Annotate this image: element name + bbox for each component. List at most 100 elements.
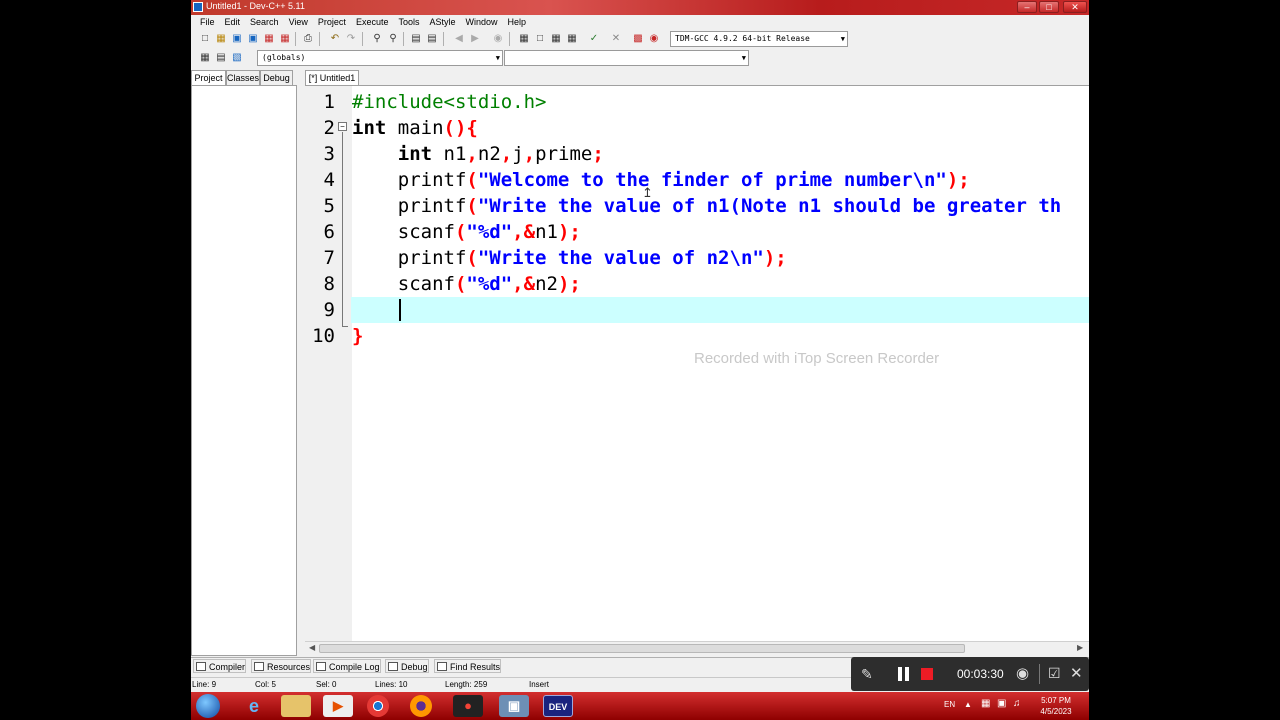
indent-icon[interactable]: ▤ xyxy=(409,32,423,46)
forward-icon[interactable]: ▶ xyxy=(468,32,482,46)
compile-run-icon[interactable]: ▦ xyxy=(549,32,563,46)
tray-arrow-icon[interactable]: ▲ xyxy=(964,700,972,709)
code-token: ); xyxy=(557,221,581,243)
stop-record-icon[interactable] xyxy=(921,668,933,680)
status-mode: Insert xyxy=(529,680,550,689)
function-select[interactable]: ▼ xyxy=(504,50,749,66)
line-number: 6 xyxy=(323,221,335,243)
redo-icon[interactable]: ↷ xyxy=(344,32,358,46)
toggle-bookmark-icon[interactable]: ▤ xyxy=(214,51,228,65)
menu-file[interactable]: File xyxy=(195,15,220,30)
line-number: 2 xyxy=(323,117,335,139)
debug-icon xyxy=(388,662,398,671)
open-folder-icon[interactable]: ☑ xyxy=(1048,665,1061,682)
syntax-check-icon[interactable]: ✓ xyxy=(587,32,601,46)
tab-compile-log[interactable]: Compile Log xyxy=(313,659,381,673)
start-button[interactable] xyxy=(196,694,220,718)
monitor-icon[interactable]: ▣ xyxy=(997,698,1006,709)
maximize-button[interactable]: □ xyxy=(1039,1,1059,13)
system-clock[interactable]: 5:07 PM 4/5/2023 xyxy=(1036,695,1076,717)
open-file-icon[interactable]: ▦ xyxy=(214,32,228,46)
internet-explorer-icon[interactable]: e xyxy=(239,695,269,717)
scroll-thumb[interactable] xyxy=(319,644,965,653)
media-player-icon[interactable]: ▶ xyxy=(323,695,353,717)
compiler-select[interactable]: TDM-GCC 4.9.2 64-bit Release ▼ xyxy=(670,31,848,47)
minimize-button[interactable]: – xyxy=(1017,1,1037,13)
tab-project[interactable]: Project xyxy=(191,70,226,85)
volume-icon[interactable]: ♫ xyxy=(1013,698,1021,709)
firefox-icon[interactable] xyxy=(410,695,432,717)
tab-find-results[interactable]: Find Results xyxy=(434,659,502,673)
horizontal-scrollbar[interactable]: ◀ ▶ xyxy=(305,641,1089,655)
rebuild-icon[interactable]: ▦ xyxy=(565,32,579,46)
goto-icon[interactable]: ◉ xyxy=(491,32,505,46)
file-explorer-icon[interactable] xyxy=(281,695,311,717)
menu-tools[interactable]: Tools xyxy=(393,15,424,30)
menu-astyle[interactable]: AStyle xyxy=(424,15,460,30)
save-all-icon[interactable]: ▣ xyxy=(246,32,260,46)
replace-icon[interactable]: ⚲ xyxy=(386,32,400,46)
windows-taskbar: e ▶ ● ▣ DEV EN ▲ ▦ ▣ ♫ 5:07 PM 4/5/2023 xyxy=(191,692,1089,720)
network-icon[interactable]: ▦ xyxy=(981,698,990,709)
menu-window[interactable]: Window xyxy=(461,15,503,30)
close-icon[interactable]: ✕ xyxy=(1070,664,1083,682)
scroll-left-icon[interactable]: ◀ xyxy=(309,643,315,652)
code-token: ( xyxy=(466,247,478,269)
screen-recorder-icon[interactable]: ● xyxy=(453,695,483,717)
find-icon[interactable]: ⚲ xyxy=(370,32,384,46)
tab-debug-output[interactable]: Debug xyxy=(385,659,429,673)
clock-date: 4/5/2023 xyxy=(1040,707,1072,716)
editor-tab-untitled1[interactable]: [*] Untitled1 xyxy=(305,70,359,85)
run-icon[interactable]: □ xyxy=(533,32,547,46)
code-token: "Welcome to the finder of prime number\n… xyxy=(477,169,947,191)
tab-compiler[interactable]: Compiler xyxy=(193,659,247,673)
menu-help[interactable]: Help xyxy=(503,15,532,30)
status-line: Line: 9 xyxy=(192,680,217,689)
compile-icon[interactable]: ▦ xyxy=(517,32,531,46)
code-token: ( xyxy=(466,169,478,191)
chart-icon[interactable]: ▩ xyxy=(631,32,645,46)
pause-icon[interactable] xyxy=(898,667,910,681)
code-line: int n1,n2,j,prime; xyxy=(352,141,604,167)
close-file-icon[interactable]: ▦ xyxy=(262,32,276,46)
devcpp-taskbar-icon[interactable]: DEV xyxy=(543,695,573,717)
insert-icon[interactable]: ▦ xyxy=(198,51,212,65)
scroll-right-icon[interactable]: ▶ xyxy=(1077,643,1083,652)
code-token: "Write the value of n2\n" xyxy=(477,247,764,269)
chrome-icon[interactable] xyxy=(367,695,389,717)
unindent-icon[interactable]: ▤ xyxy=(425,32,439,46)
menu-project[interactable]: Project xyxy=(313,15,351,30)
menu-search[interactable]: Search xyxy=(245,15,284,30)
scope-select[interactable]: (globals) ▼ xyxy=(257,50,503,66)
language-indicator[interactable]: EN xyxy=(944,700,955,709)
tab-debug[interactable]: Debug xyxy=(260,70,293,85)
new-file-icon[interactable]: □ xyxy=(198,32,212,46)
undo-icon[interactable]: ↶ xyxy=(328,32,342,46)
tab-classes[interactable]: Classes xyxy=(226,70,260,85)
stop-execution-icon[interactable]: ✕ xyxy=(609,32,623,46)
class-toolbar: ▦ ▤ ▧ (globals) ▼ ▼ xyxy=(191,49,1089,67)
menu-view[interactable]: View xyxy=(284,15,313,30)
profile-icon[interactable]: ◉ xyxy=(647,32,661,46)
save-icon[interactable]: ▣ xyxy=(230,32,244,46)
print-icon[interactable]: ⎙ xyxy=(301,32,315,46)
screen-recorder-toolbar: ✎ 00:03:30 ◉ ☑ ✕ xyxy=(851,657,1089,691)
collapse-icon[interactable]: − xyxy=(338,122,347,131)
menu-edit[interactable]: Edit xyxy=(220,15,246,30)
pen-icon[interactable]: ✎ xyxy=(861,666,873,683)
close-all-icon[interactable]: ▦ xyxy=(278,32,292,46)
status-length: Length: 259 xyxy=(445,680,488,689)
goto-bookmark-icon[interactable]: ▧ xyxy=(230,51,244,65)
tab-resources[interactable]: Resources xyxy=(251,659,312,673)
code-token: main xyxy=(386,117,444,139)
project-tree[interactable] xyxy=(191,85,297,656)
close-button[interactable]: ✕ xyxy=(1063,1,1087,13)
back-icon[interactable]: ◀ xyxy=(452,32,466,46)
devcpp-app-icon xyxy=(193,2,203,12)
code-token: ); xyxy=(557,273,581,295)
menu-execute[interactable]: Execute xyxy=(351,15,394,30)
screenshot-icon[interactable]: ◉ xyxy=(1016,664,1029,682)
code-token: ,& xyxy=(512,273,536,295)
remote-desktop-icon[interactable]: ▣ xyxy=(499,695,529,717)
